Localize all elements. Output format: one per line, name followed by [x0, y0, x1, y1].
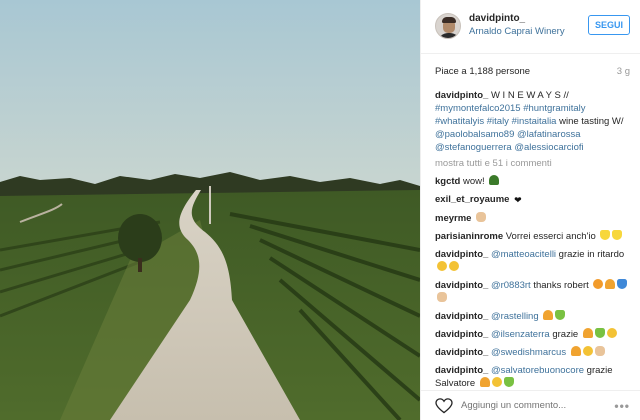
mention[interactable]: @lafatinarossa [517, 129, 581, 140]
comment-username[interactable]: davidpinto_ [435, 329, 488, 340]
hashtag[interactable]: #whatitalyis [435, 116, 484, 127]
comment: davidpinto_ @ilsenzaterra grazie [435, 328, 630, 341]
comment-text: thanks robert [530, 280, 592, 291]
comment: parisianinrome Vorrei esserci anch'io [435, 230, 630, 243]
smile-emoji-icon [582, 346, 593, 356]
comment-username[interactable]: davidpinto_ [435, 280, 488, 291]
green-heart-emoji-icon [594, 328, 605, 338]
laughing-emoji-icon [437, 261, 447, 271]
caption-username[interactable]: davidpinto_ [435, 90, 488, 101]
comment-text [471, 213, 474, 224]
yellow-heart-emoji-icon [600, 230, 611, 240]
author-info: davidpinto_ Arnaldo Caprai Winery [469, 12, 588, 38]
comment: exil_et_royaume ❤ [435, 193, 630, 207]
pray-emoji-icon [582, 328, 593, 338]
comment: davidpinto_ @r0883rt thanks robert [435, 279, 630, 305]
hashtag[interactable]: #italy [487, 116, 509, 127]
comment-text: wow! [460, 176, 488, 187]
smile-emoji-icon [606, 328, 617, 338]
tree-emoji-icon [489, 175, 500, 185]
avatar[interactable] [435, 13, 461, 39]
mention[interactable]: @salvatorebuonocore [491, 365, 584, 376]
hands-emoji-icon [437, 292, 447, 302]
comment-username[interactable]: davidpinto_ [435, 249, 488, 260]
green-heart-emoji-icon [555, 310, 566, 320]
comment-username[interactable]: davidpinto_ [435, 347, 488, 358]
comment-text [539, 311, 542, 322]
comment-bar: ••• [421, 390, 640, 420]
comment-username[interactable]: kgctd [435, 176, 460, 187]
mention[interactable]: @paolobalsamo89 [435, 129, 514, 140]
pray-emoji-icon [543, 310, 554, 320]
more-options-icon[interactable]: ••• [614, 399, 630, 413]
likes-count[interactable]: Piace a 1,188 persone [435, 66, 530, 77]
comment-username[interactable]: davidpinto_ [435, 365, 488, 376]
comment-username[interactable]: parisianinrome [435, 231, 503, 242]
hashtag[interactable]: #instaitalia [512, 116, 557, 127]
post-header: davidpinto_ Arnaldo Caprai Winery SEGUI [421, 0, 640, 54]
vineyard-road-image [0, 0, 420, 420]
laughing-emoji-icon [449, 261, 459, 271]
blue-heart-emoji-icon [617, 279, 628, 289]
comment: davidpinto_ @swedishmarcus [435, 346, 630, 359]
hashtag[interactable]: #huntgramitaly [523, 103, 585, 114]
pray-emoji-icon [570, 346, 581, 356]
author-username[interactable]: davidpinto_ [469, 12, 588, 25]
hands-emoji-icon [594, 346, 605, 356]
instagram-post: davidpinto_ Arnaldo Caprai Winery SEGUI … [0, 0, 640, 420]
comments-list: davidpinto_ W I N E W A Y S // #mymontef… [435, 89, 630, 395]
ok-hand-emoji-icon [476, 212, 487, 222]
pray-emoji-icon [605, 279, 616, 289]
mention[interactable]: @stefanoguerrera [435, 142, 512, 153]
mention[interactable]: @ilsenzaterra [491, 329, 550, 340]
post-age[interactable]: 3 g [617, 66, 630, 77]
follow-button[interactable]: SEGUI [587, 15, 630, 35]
caption-text: W I N E W A Y S // [488, 90, 569, 101]
post-sidebar: davidpinto_ Arnaldo Caprai Winery SEGUI … [420, 0, 640, 420]
comment-username[interactable]: davidpinto_ [435, 311, 488, 322]
green-heart-emoji-icon [503, 377, 514, 387]
comment: meyrme [435, 212, 630, 225]
caption-text: wine tasting W/ [556, 116, 624, 127]
add-comment-input[interactable] [461, 400, 615, 411]
comment-text: grazie in ritardo [556, 249, 625, 260]
hashtag[interactable]: #mymontefalco2015 [435, 103, 521, 114]
post-caption: davidpinto_ W I N E W A Y S // #mymontef… [435, 89, 630, 154]
post-location[interactable]: Arnaldo Caprai Winery [469, 25, 588, 38]
mention[interactable]: @swedishmarcus [491, 347, 566, 358]
yellow-heart-emoji-icon [612, 230, 623, 240]
comment: kgctd wow! [435, 175, 630, 188]
comment-text: Vorrei esserci anch'io [503, 231, 599, 242]
smile-emoji-icon [593, 279, 604, 289]
comment-text: grazie [549, 329, 581, 340]
mention[interactable]: @rastelling [491, 311, 539, 322]
comment: davidpinto_ @salvatorebuonocore grazie S… [435, 364, 630, 390]
heart-outline-icon[interactable] [435, 397, 453, 414]
mention[interactable]: @matteoacitelli [491, 249, 556, 260]
smile-emoji-icon [491, 377, 502, 387]
pray-emoji-icon [479, 377, 490, 387]
comment-text [509, 194, 512, 205]
mention[interactable]: @alessiocarciofi [514, 142, 583, 153]
comment: davidpinto_ @matteoacitelli grazie in ri… [435, 248, 630, 274]
mention[interactable]: @r0883rt [491, 280, 531, 291]
comment-username[interactable]: exil_et_royaume [435, 194, 509, 205]
comment-username[interactable]: meyrme [435, 213, 471, 224]
comment: davidpinto_ @rastelling [435, 310, 630, 323]
likes-row: Piace a 1,188 persone 3 g [435, 66, 630, 77]
show-all-comments-link[interactable]: mostra tutti e 51 i commenti [435, 157, 630, 170]
post-photo[interactable] [0, 0, 420, 420]
black-heart-emoji-icon: ❤ [514, 195, 522, 205]
comment-text [566, 347, 569, 358]
